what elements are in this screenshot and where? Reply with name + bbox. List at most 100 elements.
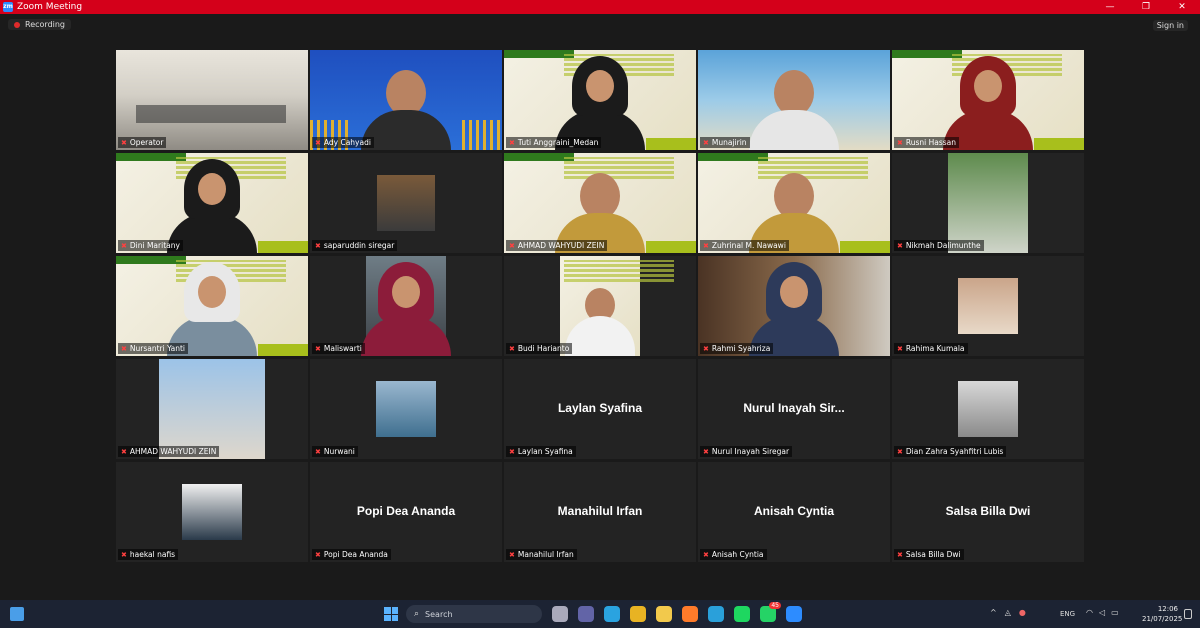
meeting-topbar: Recording Sign in (0, 14, 1200, 36)
participant-tile[interactable]: ✖ saparuddin siregar (310, 153, 502, 253)
participant-tile[interactable]: ✖ Ady Cahyadi (310, 50, 502, 150)
spotify-icon[interactable] (734, 606, 750, 622)
participant-tile[interactable]: ✖ Zuhrinal M. Nawawi (698, 153, 890, 253)
file-explorer-icon[interactable] (656, 606, 672, 622)
participant-name: Operator (129, 138, 164, 147)
chevron-up-icon[interactable]: ^ (990, 608, 997, 617)
participant-name-label: ✖ Manahilul Irfan (506, 549, 577, 560)
participant-tile[interactable]: ✖ Nurwani (310, 359, 502, 459)
participant-name-label: ✖ Tuti Anggraini_Medan (506, 137, 602, 148)
close-icon[interactable]: ✕ (1164, 0, 1200, 14)
notification-icon[interactable] (1184, 609, 1192, 619)
taskbar: ⌕ Search 45 ^ ◬ ● ENG ◠ ◁ ▭ 12:06 21/07/… (0, 600, 1200, 628)
participant-tile[interactable]: Manahilul Irfan ✖ Manahilul Irfan (504, 462, 696, 562)
muted-mic-icon: ✖ (509, 550, 515, 559)
sign-in-button[interactable]: Sign in (1152, 20, 1188, 31)
whatsapp-icon[interactable]: 45 (760, 602, 781, 622)
participant-display-name: Anisah Cyntia (753, 504, 834, 518)
participant-video (361, 70, 451, 150)
participant-name: Dini Maritany (129, 241, 180, 250)
volume-icon[interactable]: ◁ (1099, 608, 1105, 617)
wifi-icon[interactable]: ◠ (1086, 608, 1093, 617)
widgets-icon[interactable] (10, 607, 24, 621)
task-view-icon[interactable] (552, 606, 568, 622)
network-icon[interactable]: ◬ (1005, 608, 1011, 617)
participant-video (943, 56, 1033, 150)
participant-tile[interactable]: ✖ Budi Harianto (504, 256, 696, 356)
participant-name-label: ✖ Nurul Inayah Siregar (700, 446, 793, 457)
muted-mic-icon: ✖ (897, 447, 903, 456)
start-icon[interactable] (384, 607, 398, 621)
minimize-icon[interactable]: — (1092, 0, 1128, 14)
chrome-icon[interactable] (630, 606, 646, 622)
participant-name: Manahilul Irfan (517, 550, 574, 559)
participant-name: Budi Harianto (517, 344, 570, 353)
participant-name-label: ✖ Zuhrinal M. Nawawi (700, 240, 789, 251)
participant-video (749, 70, 839, 150)
clock-time: 12:06 (1157, 605, 1178, 613)
participant-tile[interactable]: Laylan Syafina ✖ Laylan Syafina (504, 359, 696, 459)
language-indicator[interactable]: ENG (1060, 610, 1075, 618)
participant-tile[interactable]: ✖ Operator (116, 50, 308, 150)
muted-mic-icon: ✖ (703, 138, 709, 147)
muted-mic-icon: ✖ (121, 138, 127, 147)
muted-mic-icon: ✖ (315, 344, 321, 353)
muted-mic-icon: ✖ (509, 344, 515, 353)
participant-name: Laylan Syafina (517, 447, 573, 456)
participant-name-label: ✖ Popi Dea Ananda (312, 549, 391, 560)
participant-tile[interactable]: ✖ AHMAD WAHYUDI ZEIN (504, 153, 696, 253)
participant-tile[interactable]: ✖ Nikmah Dalimunthe (892, 153, 1084, 253)
maximize-icon[interactable]: ❐ (1128, 0, 1164, 14)
clock[interactable]: 12:06 21/07/2025 (1142, 604, 1182, 624)
participant-name-label: ✖ Rahmi Syahriza (700, 343, 774, 354)
system-tray[interactable]: ^ ◬ ● (990, 608, 1026, 617)
search-placeholder: Search (425, 609, 453, 619)
telegram-icon[interactable] (708, 606, 724, 622)
participant-tile[interactable]: ✖ Tuti Anggraini_Medan (504, 50, 696, 150)
zoom-icon[interactable] (786, 606, 802, 622)
battery-icon[interactable]: ▭ (1111, 608, 1119, 617)
participant-tile[interactable]: ✖ Rahima Kumala (892, 256, 1084, 356)
participant-tile[interactable]: ✖ Dian Zahra Syahfitri Lubis (892, 359, 1084, 459)
participant-tile[interactable]: Nurul Inayah Sir... ✖ Nurul Inayah Siregar (698, 359, 890, 459)
participant-tile[interactable]: ✖ Rusni Hassan (892, 50, 1084, 150)
participant-tile[interactable]: ✖ Maliswarti (310, 256, 502, 356)
participant-name: Rahima Kumala (905, 344, 965, 353)
participant-tile[interactable]: Popi Dea Ananda ✖ Popi Dea Ananda (310, 462, 502, 562)
participant-name-label: ✖ saparuddin siregar (312, 240, 398, 251)
participant-name: Salsa Billa Dwi (905, 550, 961, 559)
participant-video (167, 262, 257, 356)
search-icon: ⌕ (414, 609, 420, 619)
participant-tile[interactable]: ✖ Nursantri Yanti (116, 256, 308, 356)
participant-video (361, 262, 451, 356)
participant-name: Nurwani (323, 447, 355, 456)
tray-icons[interactable]: ◠ ◁ ▭ (1086, 608, 1119, 617)
participant-name: Anisah Cyntia (711, 550, 764, 559)
muted-mic-icon: ✖ (703, 550, 709, 559)
participant-name: Nikmah Dalimunthe (905, 241, 981, 250)
teams-icon[interactable] (578, 606, 594, 622)
participant-video (167, 159, 257, 253)
participant-name: AHMAD WAHYUDI ZEIN (129, 447, 217, 456)
participant-tile[interactable]: ✖ Dini Maritany (116, 153, 308, 253)
participant-tile[interactable]: ✖ Munajirin (698, 50, 890, 150)
muted-mic-icon: ✖ (315, 241, 321, 250)
muted-mic-icon: ✖ (509, 138, 515, 147)
participant-name-label: ✖ Budi Harianto (506, 343, 573, 354)
participant-name: saparuddin siregar (323, 241, 395, 250)
participant-tile[interactable]: ✖ AHMAD WAHYUDI ZEIN (116, 359, 308, 459)
participant-tile[interactable]: Salsa Billa Dwi ✖ Salsa Billa Dwi (892, 462, 1084, 562)
participant-tile[interactable]: ✖ Rahmi Syahriza (698, 256, 890, 356)
participant-tile[interactable]: Anisah Cyntia ✖ Anisah Cyntia (698, 462, 890, 562)
participant-display-name: Nurul Inayah Sir... (743, 401, 845, 415)
muted-mic-icon: ✖ (121, 550, 127, 559)
mic-icon[interactable]: ● (1019, 608, 1026, 617)
participant-tile[interactable]: ✖ haekal nafis (116, 462, 308, 562)
taskbar-search[interactable]: ⌕ Search (406, 605, 542, 623)
firefox-icon[interactable] (682, 606, 698, 622)
participant-display-name: Manahilul Irfan (557, 504, 643, 518)
participant-name: Ady Cahyadi (323, 138, 371, 147)
edge-icon[interactable] (604, 606, 620, 622)
recording-indicator[interactable]: Recording (8, 19, 72, 30)
muted-mic-icon: ✖ (897, 344, 903, 353)
